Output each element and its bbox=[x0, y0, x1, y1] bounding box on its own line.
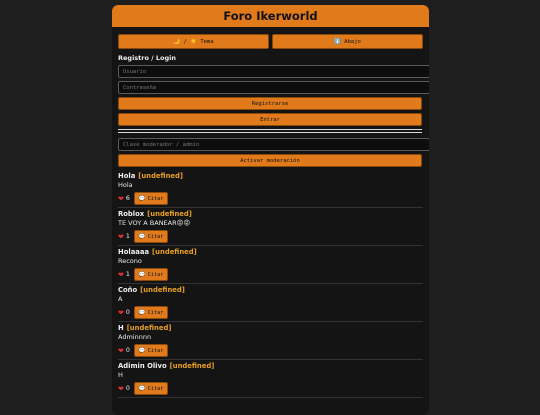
post-item: Adimin Olivo [undefined] H ❤ 0 💬 Citar bbox=[118, 360, 423, 398]
post-text: H bbox=[118, 371, 123, 379]
scroll-down-button[interactable]: ⬇️ Abajo bbox=[272, 34, 423, 49]
speech-bubble-icon: 💬 bbox=[138, 271, 146, 278]
cite-button[interactable]: 💬 Citar bbox=[133, 344, 169, 357]
heart-icon[interactable]: ❤ bbox=[118, 385, 124, 393]
like-count: 0 bbox=[125, 309, 130, 316]
post-actions: ❤ 1 💬 Citar bbox=[118, 230, 423, 243]
register-button[interactable]: Registrarse bbox=[118, 97, 422, 110]
login-button[interactable]: Entrar bbox=[118, 113, 422, 126]
heart-icon[interactable]: ❤ bbox=[118, 309, 124, 317]
post-role-tag: [undefined] bbox=[126, 324, 172, 332]
post-item: Hola [undefined] Hola ❤ 6 💬 Citar bbox=[118, 170, 423, 208]
post-item: H [undefined] Adminnnn ❤ 0 💬 Citar bbox=[118, 322, 423, 360]
post-actions: ❤ 0 💬 Citar bbox=[118, 382, 423, 395]
post-role-tag: [undefined] bbox=[169, 362, 215, 370]
post-author: H bbox=[118, 324, 124, 332]
cite-label: Citar bbox=[147, 385, 164, 392]
speech-bubble-icon: 💬 bbox=[138, 385, 146, 392]
auth-section-label: Registro / Login bbox=[118, 54, 176, 62]
speech-bubble-icon: 💬 bbox=[138, 347, 146, 354]
heart-icon[interactable]: ❤ bbox=[118, 233, 124, 241]
post-header: Coño [undefined] bbox=[118, 286, 423, 295]
post-text: TE VOY A BANEAR😡😡 bbox=[118, 219, 191, 227]
post-role-tag: [undefined] bbox=[138, 172, 183, 180]
forum-window: Foro Ikerworld 🌙 / ☀️ Tema ⬇️ Abajo Regi… bbox=[112, 5, 429, 415]
post-actions: ❤ 6 💬 Citar bbox=[118, 192, 423, 205]
cite-label: Citar bbox=[147, 271, 164, 278]
post-author: Hola bbox=[118, 172, 136, 180]
theme-toggle-button[interactable]: 🌙 / ☀️ Tema bbox=[118, 34, 269, 49]
cite-button[interactable]: 💬 Citar bbox=[133, 268, 169, 281]
activate-moderation-button[interactable]: Activar moderación bbox=[118, 154, 422, 167]
post-list: Hola [undefined] Hola ❤ 6 💬 Citar Roblox [u… bbox=[118, 170, 423, 398]
heart-icon[interactable]: ❤ bbox=[118, 195, 124, 203]
post-header: Hola [undefined] bbox=[118, 172, 423, 181]
heart-icon[interactable]: ❤ bbox=[118, 271, 124, 279]
main-content: 🌙 / ☀️ Tema ⬇️ Abajo Registro / Login Us… bbox=[112, 27, 429, 398]
post-actions: ❤ 1 💬 Citar bbox=[118, 268, 423, 281]
post-actions: ❤ 0 💬 Citar bbox=[118, 306, 423, 319]
like-count: 1 bbox=[125, 233, 130, 240]
post-author: Adimin Olivo bbox=[118, 362, 167, 370]
password-input[interactable]: Contraseña bbox=[118, 81, 429, 94]
post-author: Roblox bbox=[118, 210, 145, 218]
cite-button[interactable]: 💬 Citar bbox=[133, 382, 169, 395]
like-count: 1 bbox=[125, 271, 130, 278]
post-item: Coño [undefined] A ❤ 0 💬 Citar bbox=[118, 284, 423, 322]
post-header: Roblox [undefined] bbox=[118, 210, 423, 219]
cite-label: Citar bbox=[147, 195, 164, 202]
username-input[interactable]: Usuario bbox=[118, 65, 429, 78]
like-count: 6 bbox=[125, 195, 130, 202]
cite-button[interactable]: 💬 Citar bbox=[133, 192, 169, 205]
post-actions: ❤ 0 💬 Citar bbox=[118, 344, 423, 357]
post-text: A bbox=[118, 295, 123, 303]
speech-bubble-icon: 💬 bbox=[138, 233, 146, 240]
post-text: Hola bbox=[118, 181, 133, 189]
heart-icon[interactable]: ❤ bbox=[118, 347, 124, 355]
post-author: Holaaaa bbox=[118, 248, 150, 256]
moderator-key-input[interactable]: Clave moderador / admin bbox=[118, 138, 429, 151]
post-header: Holaaaa [undefined] bbox=[118, 248, 423, 257]
post-item: Holaaaa [undefined] Recono ❤ 1 💬 Citar bbox=[118, 246, 423, 284]
speech-bubble-icon: 💬 bbox=[138, 195, 146, 202]
cite-label: Citar bbox=[147, 233, 164, 240]
post-role-tag: [undefined] bbox=[140, 286, 185, 294]
like-count: 0 bbox=[125, 347, 130, 354]
post-role-tag: [undefined] bbox=[147, 210, 192, 218]
toolbar: 🌙 / ☀️ Tema ⬇️ Abajo bbox=[118, 34, 423, 49]
cite-button[interactable]: 💬 Citar bbox=[133, 306, 169, 319]
speech-bubble-icon: 💬 bbox=[138, 309, 146, 316]
cite-label: Citar bbox=[147, 309, 164, 316]
page-title: Foro Ikerworld bbox=[112, 5, 429, 27]
post-author: Coño bbox=[118, 286, 138, 294]
post-role-tag: [undefined] bbox=[152, 248, 197, 256]
divider bbox=[118, 129, 422, 130]
post-item: Roblox [undefined] TE VOY A BANEAR😡😡 ❤ 1 … bbox=[118, 208, 423, 246]
post-header: Adimin Olivo [undefined] bbox=[118, 362, 423, 371]
cite-button[interactable]: 💬 Citar bbox=[133, 230, 169, 243]
divider bbox=[118, 132, 422, 133]
post-header: H [undefined] bbox=[118, 324, 423, 333]
cite-label: Citar bbox=[147, 347, 164, 354]
post-text: Adminnnn bbox=[118, 333, 152, 341]
post-text: Recono bbox=[118, 257, 142, 265]
like-count: 0 bbox=[125, 385, 130, 392]
